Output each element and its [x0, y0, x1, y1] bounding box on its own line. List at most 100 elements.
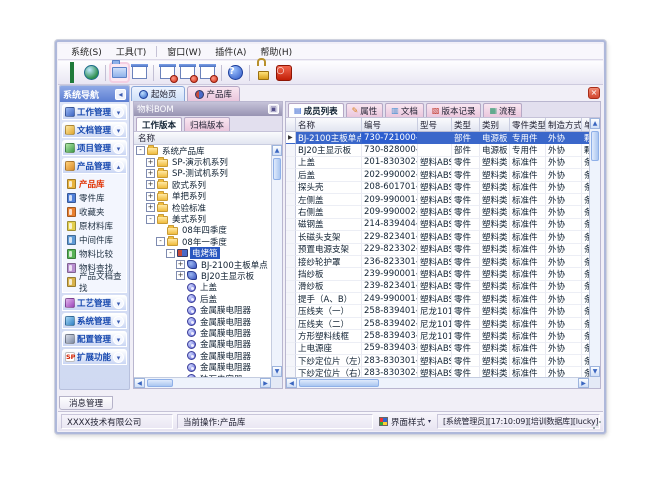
scroll-up-icon[interactable] [590, 118, 600, 129]
chevron-down-icon[interactable]: ▾ [113, 316, 124, 327]
table-row[interactable]: 滑纱板239-823401-00I塑料ABS零件塑料类标准件外协条 [286, 281, 589, 293]
tree-row[interactable]: +金属膜电阻器 [134, 339, 271, 350]
chevron-down-icon[interactable]: ▾ [113, 125, 124, 136]
sidebar-group-header-process[interactable]: 工艺管理▾ [62, 295, 127, 311]
tree-node-label[interactable]: 电烤箱 [190, 247, 220, 259]
tree-node-label[interactable]: 08年一季度 [180, 236, 229, 248]
style-selector[interactable]: 界面样式 ▾ [377, 416, 433, 428]
scroll-thumb[interactable] [591, 131, 599, 161]
scroll-thumb[interactable] [299, 379, 379, 387]
collapse-icon[interactable]: - [166, 249, 175, 258]
collapse-icon[interactable]: - [156, 237, 165, 246]
table-row[interactable]: 长磁头支架229-823401-00I塑料ABS零件塑料类标准件外协条 [286, 231, 589, 243]
menu-item-2[interactable]: 工具(T) [109, 44, 154, 59]
sidebar-item-parts-library[interactable]: 零件库 [67, 191, 125, 205]
table-row[interactable]: 压线夹（二）258-839402-00I尼龙1010零件塑料类标准件外协条 [286, 318, 589, 330]
table-row[interactable]: 磁钢盖214-839404-01I塑料ABS零件塑料类标准件外协条 [286, 219, 589, 231]
column-header-4[interactable]: 类型 [452, 118, 480, 131]
tree-column-header[interactable]: 名称 [134, 132, 282, 145]
column-header-1[interactable]: 名称 [296, 118, 362, 131]
tab-product-library[interactable]: 产品库 [187, 86, 241, 101]
table-row[interactable]: BJ20主显示板730-828000-04I部件电源板专用件外协颗 [286, 144, 589, 156]
table-row[interactable]: 右侧盖209-990002-01I塑料ABS零件塑料类标准件外协条 [286, 206, 589, 218]
sidebar-item-product-library[interactable]: 产品库 [67, 177, 125, 191]
message-tab[interactable]: 消息管理 [59, 396, 113, 410]
menu-item-5[interactable]: 帮助(H) [253, 44, 299, 59]
tab-doc[interactable]: ▥文档 [385, 103, 424, 117]
menu-item-4[interactable]: 插件(A) [208, 44, 253, 59]
expand-icon[interactable]: + [146, 169, 155, 178]
tree-node-label[interactable]: 单把系列 [170, 190, 208, 202]
tab-version-1[interactable]: 工作版本 [136, 117, 182, 131]
sidebar-group-header-project[interactable]: 项目管理▾ [62, 140, 127, 156]
chevron-down-icon[interactable]: ▾ [113, 334, 124, 345]
table-row[interactable]: 预置电源支架229-823302-00I塑料ABS零件塑料类标准件外协条 [286, 244, 589, 256]
expand-icon[interactable]: + [176, 260, 185, 269]
tree-node-label[interactable]: 金属膜电阻器 [198, 304, 253, 316]
tree-row[interactable]: + SP-演示机系列 [134, 156, 271, 167]
tree-node-label[interactable]: 检验标准 [170, 202, 208, 214]
tree-row[interactable]: + 单把系列 [134, 191, 271, 202]
tree-row[interactable]: +BJ-2100主板单点 [134, 259, 271, 270]
tree-node-label[interactable]: SP-演示机系列 [170, 156, 230, 168]
tree-node-label[interactable]: 金属膜电阻器 [198, 327, 253, 339]
close-document-icon[interactable] [588, 87, 600, 99]
tree-node-label[interactable]: 08年四季度 [180, 224, 229, 236]
tree-row[interactable]: +金属膜电阻器 [134, 304, 271, 315]
scroll-right-icon[interactable] [260, 378, 271, 388]
sidebar-group-header-system[interactable]: 系统管理▾ [62, 313, 127, 329]
scroll-thumb[interactable] [147, 379, 173, 387]
chevron-down-icon[interactable]: ▾ [113, 352, 124, 363]
tree-row[interactable]: +金属膜电阻器 [134, 316, 271, 327]
scroll-left-icon[interactable] [134, 378, 145, 388]
close-window-button[interactable] [199, 64, 216, 81]
table-row[interactable]: 上盖201-830302-00I塑料ABS零件塑料类标准件外协条 [286, 157, 589, 169]
folder-button[interactable] [111, 64, 128, 81]
chevron-down-icon[interactable]: ▾ [113, 143, 124, 154]
table-row[interactable]: 挡纱板239-990001-01I塑料ABS零件塑料类标准件外协条 [286, 268, 589, 280]
tree-node-label[interactable]: 欧式系列 [170, 179, 208, 191]
tree-row[interactable]: - 08年一季度 [134, 236, 271, 247]
sidebar-item-favorites[interactable]: 收藏夹 [67, 205, 125, 219]
tree-row[interactable]: +检验标准 [134, 202, 271, 213]
tree-node-label[interactable]: 金属膜电阻器 [198, 316, 253, 328]
new-window-button[interactable] [159, 64, 176, 81]
chevron-down-icon[interactable]: ▾ [113, 298, 124, 309]
tree-row[interactable]: +金属膜电阻器 [134, 327, 271, 338]
chevron-down-icon[interactable]: ▾ [113, 107, 124, 118]
layout-button[interactable] [131, 64, 148, 81]
tab-version[interactable]: ▧版本记录 [426, 103, 482, 117]
tree-row[interactable]: +08年四季度 [134, 225, 271, 236]
column-header-5[interactable]: 类别 [480, 118, 510, 131]
tree-node-label[interactable]: 金属膜电阻器 [198, 350, 253, 362]
sidebar-item-intermediate-library[interactable]: 中间件库 [67, 233, 125, 247]
scroll-left-icon[interactable] [286, 378, 297, 388]
sidebar-group-header-work[interactable]: 工作管理▾ [62, 104, 127, 120]
tree-node-label[interactable]: 金属膜电阻器 [198, 338, 253, 350]
refresh-window-button[interactable] [179, 64, 196, 81]
table-row[interactable]: 后盖202-990002-01I塑料ABS零件塑料类标准件外协条 [286, 169, 589, 181]
lock-button[interactable] [255, 64, 272, 81]
sidebar-item-raw-material-library[interactable]: 原材料库 [67, 219, 125, 233]
table-row[interactable]: 上电源座259-839403-00I塑料ABS零件塑料类标准件外协条 [286, 343, 589, 355]
tree-horizontal-scrollbar[interactable] [134, 377, 271, 388]
sidebar-group-header-product[interactable]: 产品管理▴ [62, 158, 127, 174]
sidebar-group-header-document[interactable]: 文档管理▾ [62, 122, 127, 138]
expand-icon[interactable]: + [146, 192, 155, 201]
expand-icon[interactable]: + [146, 158, 155, 167]
tree-row[interactable]: +上盖 [134, 282, 271, 293]
table-row[interactable]: 接纱轮护罩236-823301-00I塑料ABS零件塑料类标准件外协条 [286, 256, 589, 268]
scroll-down-icon[interactable] [590, 366, 600, 377]
tree-row[interactable]: + 欧式系列 [134, 179, 271, 190]
tree-row[interactable]: - 电烤箱 [134, 248, 271, 259]
tab-property[interactable]: ✎属性 [346, 103, 384, 117]
column-header-7[interactable]: 制造方式 [546, 118, 582, 131]
tree-node-label[interactable]: 上盖 [198, 281, 219, 293]
collapse-icon[interactable]: - [136, 146, 145, 155]
expand-icon[interactable]: + [176, 271, 185, 280]
tab-version-2[interactable]: 归档版本 [184, 117, 230, 131]
tab-list[interactable]: ▤成员列表 [288, 103, 344, 117]
tree-row[interactable]: -系统产品库 [134, 145, 271, 156]
sidebar-group-header-sp[interactable]: SP扩展功能▾ [62, 349, 127, 365]
expand-icon[interactable]: + [146, 180, 155, 189]
